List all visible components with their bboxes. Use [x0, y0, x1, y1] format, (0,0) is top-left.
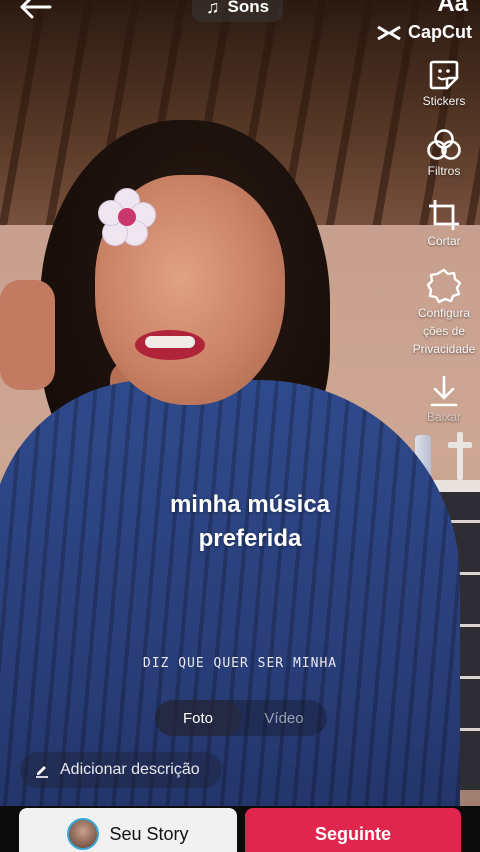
filters-label: Filtros [427, 164, 461, 178]
sounds-label: Sons [227, 0, 270, 16]
arrow-left-icon [20, 0, 52, 19]
privacy-settings-label-line1: Configura [417, 306, 471, 320]
your-story-label: Seu Story [109, 823, 189, 844]
back-button[interactable] [18, 0, 58, 24]
sticker-icon [429, 60, 459, 90]
tab-photo[interactable]: Foto [155, 700, 241, 736]
flower-sticker [98, 188, 156, 246]
sounds-button[interactable]: ♫ Sons [192, 0, 284, 22]
settings-icon [426, 268, 462, 304]
your-story-button[interactable]: Seu Story [19, 808, 237, 852]
crop-label: Cortar [427, 234, 461, 248]
caption-line-1: minha música [169, 491, 331, 518]
avatar [67, 818, 100, 850]
sweater [0, 380, 460, 806]
download-icon [430, 375, 458, 407]
capcut-logo-icon [376, 25, 402, 41]
privacy-settings-label-line2: ções de [422, 324, 466, 338]
cross-ornament [448, 432, 472, 480]
text-tool-button[interactable]: Aa [437, 0, 468, 18]
privacy-settings-label-line3: Privacidade [412, 342, 476, 356]
teeth [145, 336, 195, 348]
caption-text[interactable]: minha música preferida [0, 488, 480, 556]
download-label: Baixar [426, 410, 461, 424]
hand [0, 280, 55, 390]
crop-icon [429, 200, 459, 230]
next-button[interactable]: Seguinte [245, 808, 461, 852]
filters-icon [427, 129, 461, 160]
lyric-text: DIZ QUE QUER SER MINHA [142, 656, 338, 671]
crop-tool[interactable]: Cortar [408, 198, 480, 250]
pencil-icon [36, 766, 48, 778]
add-description-placeholder: Adicionar descrição [60, 761, 200, 778]
capcut-watermark: CapCut [376, 22, 472, 43]
download-tool[interactable]: Baixar [408, 374, 480, 426]
tab-video[interactable]: Vídeo [241, 700, 327, 736]
photo-video-toggle: Foto Vídeo [155, 700, 327, 736]
music-note-icon: ♫ [206, 0, 220, 17]
add-description-field[interactable]: Adicionar descrição [20, 752, 222, 788]
stickers-label: Stickers [422, 94, 466, 108]
stickers-tool[interactable]: Stickers [408, 58, 480, 110]
caption-line-2: preferida [198, 525, 302, 552]
filters-tool[interactable]: Filtros [408, 128, 480, 180]
privacy-settings-tool[interactable]: Configura ções de Privacidade [408, 268, 480, 358]
capcut-label: CapCut [408, 22, 472, 42]
